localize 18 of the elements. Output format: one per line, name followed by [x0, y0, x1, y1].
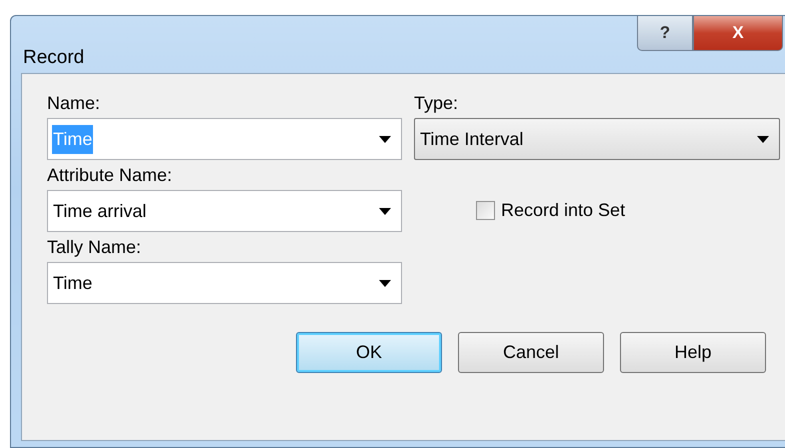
- tally-name-label: Tally Name:: [47, 236, 142, 259]
- dialog-button[interactable]: Help: [620, 332, 766, 373]
- type-combo[interactable]: Time Interval: [414, 118, 780, 160]
- window-title: Record: [23, 46, 84, 70]
- attribute-name-combo[interactable]: Time arrival: [47, 190, 402, 232]
- attribute-name-label: Attribute Name:: [47, 164, 174, 187]
- dropdown-caret-icon: [379, 136, 391, 142]
- dialog-button[interactable]: OK: [296, 332, 442, 373]
- close-button[interactable]: X: [693, 16, 783, 51]
- dropdown-caret-icon: [379, 208, 391, 214]
- dropdown-caret-icon: [379, 280, 391, 286]
- record-into-set-checkbox[interactable]: Record into Set: [476, 197, 626, 224]
- tally-name-combo[interactable]: Time: [47, 262, 402, 304]
- dropdown-caret-icon: [757, 136, 769, 142]
- help-button[interactable]: ?: [637, 16, 693, 51]
- type-label: Type:: [414, 92, 460, 115]
- name-label: Name:: [47, 92, 102, 115]
- dialog-button[interactable]: Cancel: [458, 332, 604, 373]
